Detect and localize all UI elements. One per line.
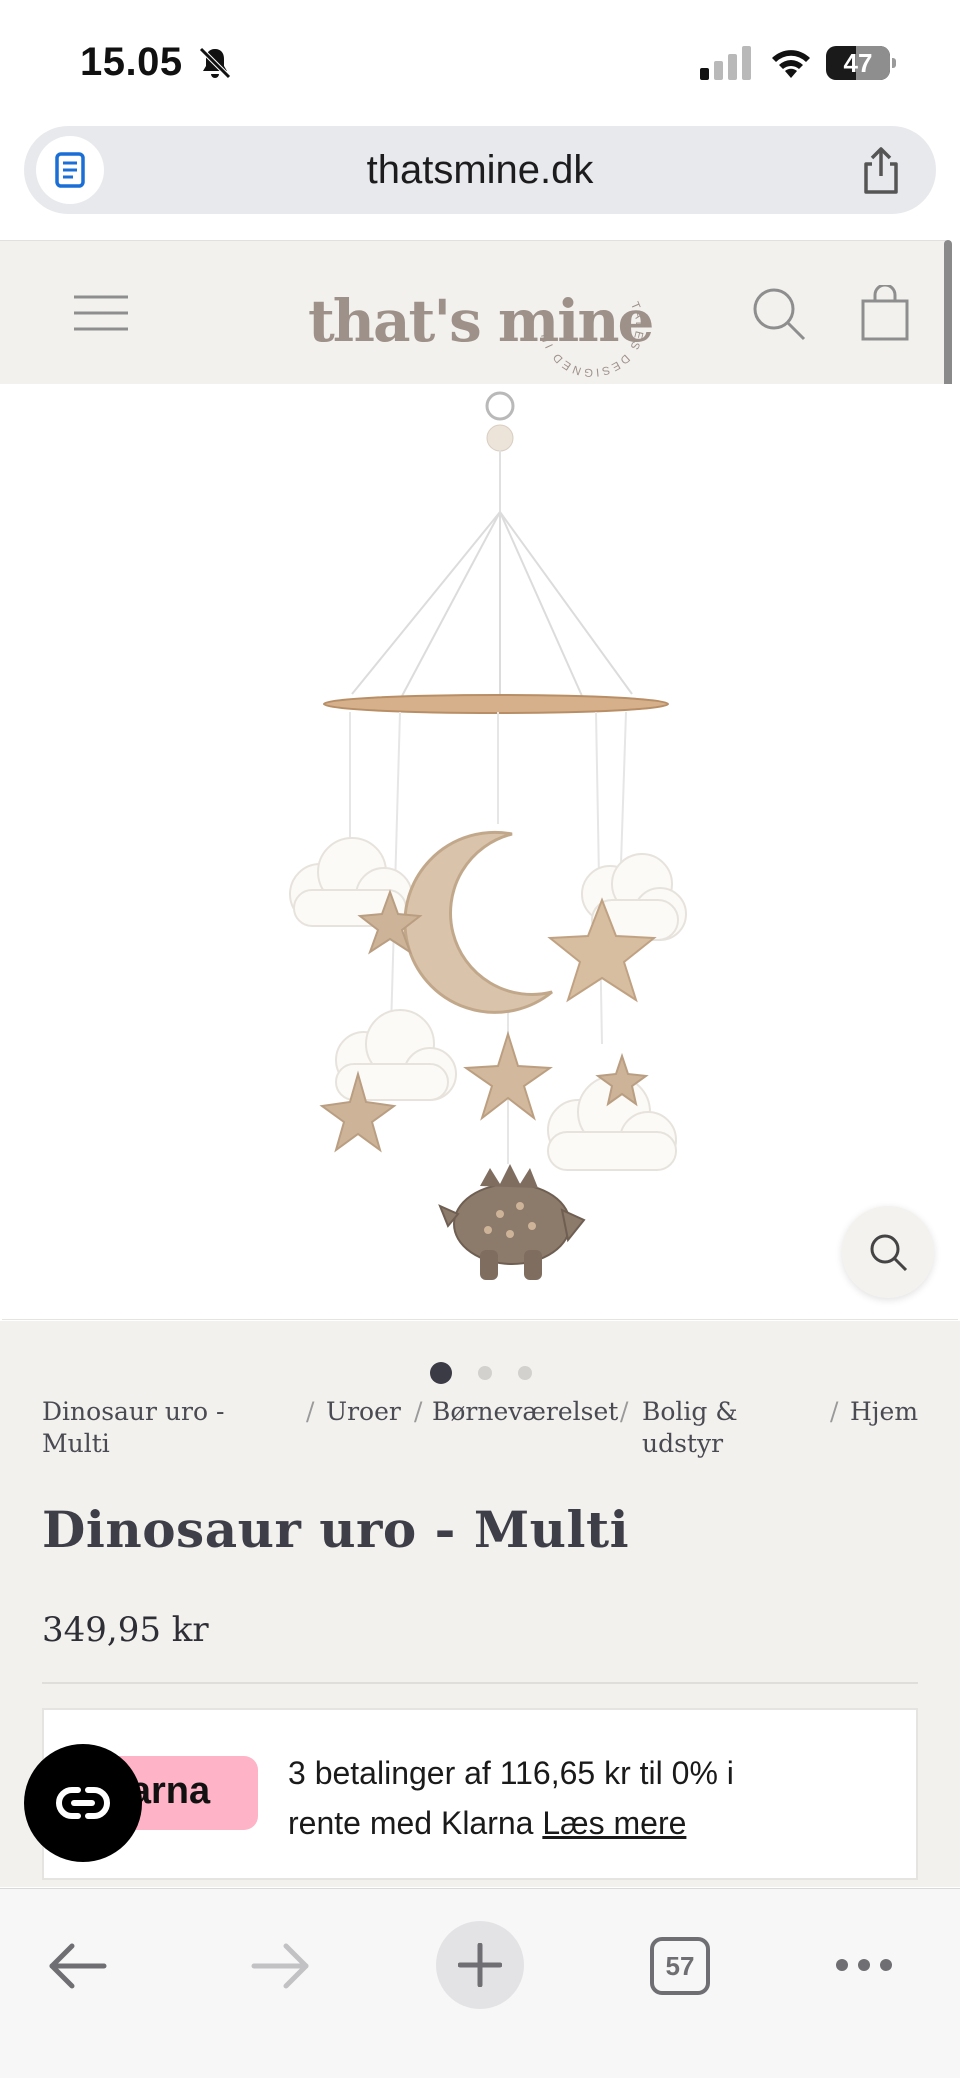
more-options-icon[interactable] [834,1955,894,1975]
breadcrumb-item[interactable]: Bolig & udstyr [642,1396,738,1460]
breadcrumb-item[interactable]: Børneværelset [432,1396,618,1428]
svg-text:TALES DESIGNED IN DENMARK: TALES DESIGNED IN DENMARK [530,263,645,378]
klarna-read-more-link[interactable]: Læs mere [542,1805,686,1841]
zoom-icon [870,1234,908,1272]
browser-toolbar: 57 [0,1888,960,2078]
klarna-message: 3 betalinger af 116,65 kr til 0% i rente… [288,1755,734,1841]
product-image[interactable] [2,384,958,1320]
share-icon[interactable] [858,146,904,196]
baby-mobile-illustration [289,391,687,1280]
divider [42,1682,918,1684]
address-bar[interactable]: thatsmine.dk [24,126,936,214]
gallery-dot[interactable] [478,1366,492,1380]
site-header: that's mine TALES DESIGNED IN DENMARK [0,240,946,384]
breadcrumb-item-current: Dinosaur uro - Multi [42,1397,225,1458]
site-logo[interactable]: that's mine TALES DESIGNED IN DENMARK [308,263,658,378]
back-arrow-icon[interactable] [48,1941,108,1991]
logo-ring-seal: TALES DESIGNED IN DENMARK [530,263,645,378]
status-bar: 15.05 47 [0,0,960,120]
klarna-installment-box: arna 3 betalinger af 116,65 kr til 0% i … [42,1708,918,1880]
gallery-dot-active[interactable] [430,1362,452,1384]
new-tab-button[interactable] [436,1921,524,2009]
breadcrumb-item[interactable]: Uroer [326,1396,401,1428]
breadcrumb: Dinosaur uro - Multi / Uroer / Børneværel… [42,1396,919,1460]
gallery-pagination[interactable] [430,1362,540,1386]
bell-slash-icon [199,47,231,79]
tab-count: 57 [665,1951,695,1981]
cellular-signal-icon [700,46,751,80]
product-title: Dinosaur uro - Multi [42,1500,630,1559]
search-icon[interactable] [752,287,806,341]
tabs-button[interactable]: 57 [650,1937,710,1995]
battery-indicator: 47 [826,46,896,82]
gallery-dot[interactable] [518,1366,532,1380]
breadcrumb-item[interactable]: Hjem [850,1396,918,1428]
chat-icon [56,1787,110,1819]
zoom-button[interactable] [842,1206,934,1298]
dinosaur-figure [438,1164,586,1280]
url-text[interactable]: thatsmine.dk [24,148,936,193]
forward-arrow-icon[interactable] [250,1941,310,1991]
shopping-bag-icon[interactable] [860,285,910,341]
chat-button[interactable] [24,1744,142,1862]
plus-icon [458,1943,502,1987]
wifi-icon [772,50,810,78]
hamburger-menu-icon[interactable] [72,293,130,333]
product-price: 349,95 kr [42,1610,209,1650]
battery-percent: 47 [843,48,873,78]
status-time: 15.05 [80,40,183,84]
